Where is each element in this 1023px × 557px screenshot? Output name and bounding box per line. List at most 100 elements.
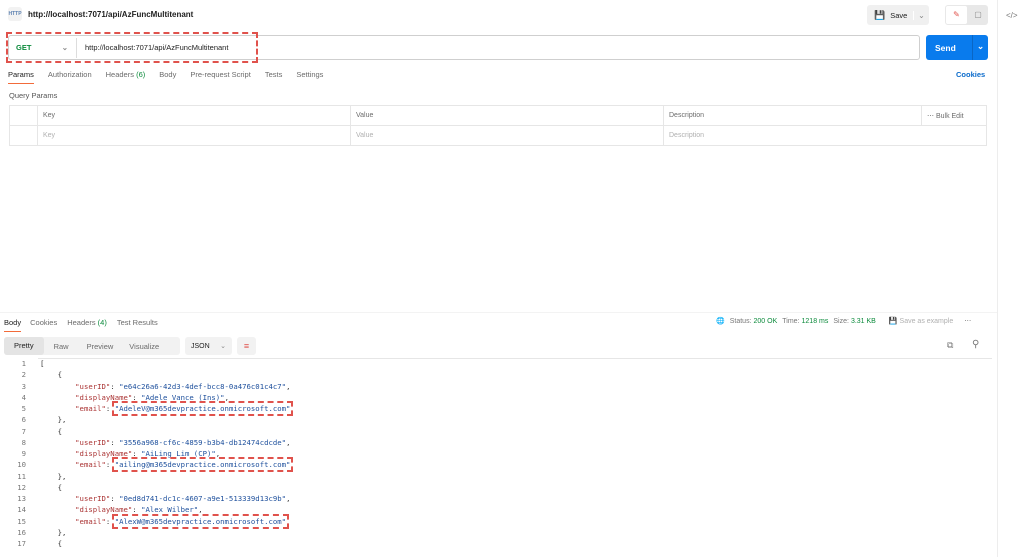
postman-request-pane: HTTP http://localhost:7071/api/AzFuncMul… — [0, 0, 997, 557]
view-visualize[interactable]: Visualize — [121, 342, 167, 351]
json-value: "Alex Wilber" — [141, 505, 198, 514]
url-input[interactable]: http://localhost:7071/api/AzFuncMultiten… — [76, 38, 228, 58]
pencil-icon[interactable]: ✎ — [946, 6, 967, 24]
tab-headers[interactable]: Headers (6) — [106, 70, 146, 84]
tab-body[interactable]: Body — [159, 70, 176, 84]
url-bar: GET ⌄ http://localhost:7071/api/AzFuncMu… — [8, 35, 920, 60]
code-line: [ — [40, 359, 44, 368]
key-input[interactable]: Key — [38, 126, 351, 146]
tab-headers-label: Headers — [106, 70, 134, 79]
code-line: }, — [40, 415, 66, 424]
view-pretty[interactable]: Pretty — [4, 337, 44, 355]
send-button[interactable]: Send ⌄ — [926, 35, 988, 60]
json-value: "3556a968-cf6c-4859-b3b4-db12474cdcde" — [119, 438, 286, 447]
json-value: "Adele Vance (Ins)" — [141, 393, 224, 402]
tab-response-cookies[interactable]: Cookies — [30, 318, 57, 332]
json-key: "userID" — [75, 382, 110, 391]
search-icon[interactable]: ⚲ — [972, 339, 979, 350]
value-input[interactable]: Value — [351, 126, 664, 146]
line-number: 2 — [0, 370, 26, 379]
line-number: 12 — [0, 483, 26, 492]
send-dropdown-chevron-icon[interactable]: ⌄ — [972, 35, 988, 60]
method-label: GET — [16, 43, 31, 52]
column-description: Description — [664, 106, 922, 126]
view-raw[interactable]: Raw — [44, 342, 79, 351]
code-snippet-icon[interactable]: </> — [1006, 11, 1018, 20]
highlighted-email-value: "ailing@m365devpractice.onmicrosoft.com" — [115, 460, 291, 469]
more-options-icon[interactable]: ⋯ — [964, 317, 971, 325]
save-button[interactable]: 💾 Save ⌄ — [867, 5, 929, 25]
tab-params[interactable]: Params — [8, 70, 34, 84]
status-label: Status: — [730, 318, 752, 325]
line-number: 11 — [0, 472, 26, 481]
json-key: "email" — [75, 460, 106, 469]
code-line: { — [40, 483, 62, 492]
json-value: "e64c26a6-42d3-4def-bcc8-0a476c01c4c7" — [119, 382, 286, 391]
column-value: Value — [351, 106, 664, 126]
code-line: "email": "ailing@m365devpractice.onmicro… — [40, 460, 290, 469]
editor-top-border — [38, 358, 992, 359]
copy-icon[interactable]: ⧉ — [947, 340, 953, 351]
description-input[interactable]: Description — [664, 126, 987, 146]
tab-pre-request-script[interactable]: Pre-request Script — [190, 70, 250, 84]
line-number: 10 — [0, 460, 26, 469]
view-mode-segmented: Pretty Raw Preview Visualize — [4, 337, 180, 355]
line-number: 6 — [0, 415, 26, 424]
json-value: "0ed8d741-dc1c-4607-a9e1-513339d13c9b" — [119, 494, 286, 503]
comment-icon[interactable]: ▢ — [968, 5, 988, 25]
row-checkbox[interactable] — [10, 126, 38, 146]
globe-icon[interactable]: 🌐 — [716, 317, 725, 325]
code-line: }, — [40, 472, 66, 481]
save-dropdown-chevron-icon[interactable]: ⌄ — [913, 11, 929, 20]
tab-test-results[interactable]: Test Results — [117, 318, 158, 332]
edit-mode-toggle[interactable]: ✎ ▢ — [945, 5, 988, 25]
query-params-table: Key Value Description ⋯ Bulk Edit Key Va… — [9, 105, 987, 146]
line-number: 17 — [0, 539, 26, 548]
response-headers-count: (4) — [98, 318, 107, 327]
line-number: 16 — [0, 528, 26, 537]
line-number: 8 — [0, 438, 26, 447]
line-number: 5 — [0, 404, 26, 413]
tab-authorization[interactable]: Authorization — [48, 70, 92, 84]
response-tabs: Body Cookies Headers (4) Test Results — [4, 318, 172, 332]
json-key: "userID" — [75, 438, 110, 447]
method-select[interactable]: GET ⌄ — [8, 43, 76, 52]
response-status-bar: 🌐 Status:200 OK Time:1218 ms Size:3.31 K… — [716, 317, 971, 325]
table-header-row: Key Value Description ⋯ Bulk Edit — [10, 106, 987, 126]
wrap-lines-button[interactable]: ≡ — [237, 337, 256, 355]
highlighted-email-value: "AdeleV@m365devpractice.onmicrosoft.com" — [115, 404, 291, 413]
right-sidebar: </> — [997, 0, 1023, 557]
json-key: "displayName" — [75, 449, 132, 458]
code-line: { — [40, 539, 62, 548]
highlighted-request-line: GET ⌄ http://localhost:7071/api/AzFuncMu… — [8, 34, 256, 61]
more-icon[interactable]: ⋯ — [927, 113, 934, 120]
json-key: "displayName" — [75, 505, 132, 514]
code-line: "displayName": "AiLing Lim (CP)", — [40, 449, 220, 458]
code-line: "email": "AdeleV@m365devpractice.onmicro… — [40, 404, 290, 413]
request-tabs: Params Authorization Headers (6) Body Pr… — [8, 70, 337, 84]
divider[interactable] — [0, 312, 997, 313]
tab-settings[interactable]: Settings — [296, 70, 323, 84]
highlighted-email-value: "AlexW@m365devpractice.onmicrosoft.com" — [115, 517, 286, 526]
line-number: 3 — [0, 382, 26, 391]
save-as-example-button[interactable]: 💾 Save as example — [889, 317, 953, 325]
code-line: "userID": "3556a968-cf6c-4859-b3b4-db124… — [40, 438, 290, 447]
column-key: Key — [38, 106, 351, 126]
view-preview[interactable]: Preview — [79, 342, 122, 351]
save-icon: 💾 — [889, 318, 898, 325]
time-value: 1218 ms — [802, 318, 829, 325]
bulk-edit-label: Bulk Edit — [936, 113, 964, 120]
request-title[interactable]: http://localhost:7071/api/AzFuncMultiten… — [28, 10, 193, 19]
line-number: 15 — [0, 517, 26, 526]
bulk-edit-button[interactable]: ⋯ Bulk Edit — [922, 106, 987, 126]
headers-count: (6) — [136, 70, 145, 79]
size-label: Size: — [833, 318, 849, 325]
format-select[interactable]: JSON ⌄ — [185, 337, 232, 355]
tab-response-headers[interactable]: Headers (4) — [67, 318, 107, 332]
code-line: "displayName": "Adele Vance (Ins)", — [40, 393, 229, 402]
chevron-down-icon: ⌄ — [220, 342, 226, 350]
tab-tests[interactable]: Tests — [265, 70, 283, 84]
code-line: "userID": "0ed8d741-dc1c-4607-a9e1-51333… — [40, 494, 290, 503]
cookies-link[interactable]: Cookies — [956, 70, 985, 79]
tab-response-body[interactable]: Body — [4, 318, 21, 332]
